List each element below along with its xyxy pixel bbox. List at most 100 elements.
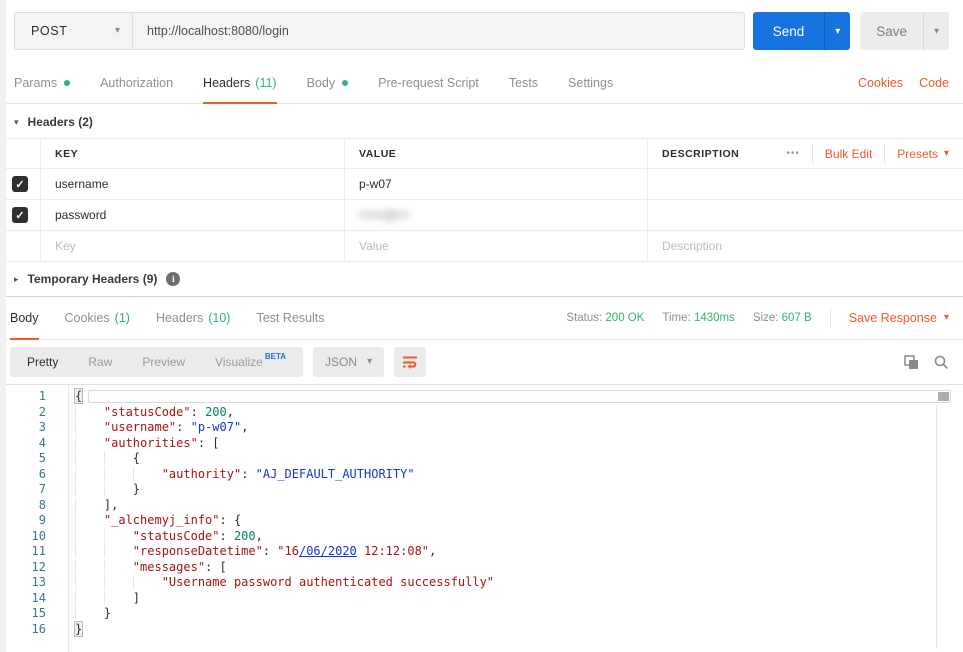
response-tab-body[interactable]: Body [10, 297, 39, 340]
headers-table-rows: ✓ username p-w07 ✓ password ••••••@••• Key Valu… [0, 169, 963, 262]
view-tab-preview[interactable]: Preview [127, 347, 200, 377]
code-text: "_alchemyj_info": { [46, 513, 241, 529]
url-input[interactable] [133, 13, 744, 49]
value-input-cell[interactable]: Value [345, 231, 648, 261]
line-number: 14 [31, 590, 46, 605]
header-placeholder-row: Key Value Description [0, 231, 963, 262]
save-options-button[interactable]: ▾ [923, 12, 949, 50]
headers-section-header[interactable]: ▾ Headers (2) [0, 106, 963, 138]
postman-request-view: POST ▾ Send ▾ Save ▾ Params Authorization… [0, 0, 963, 652]
copy-icon [904, 355, 918, 369]
more-options-icon[interactable]: ••• [786, 148, 800, 159]
divider [811, 143, 813, 164]
code-text: "authorities": [ [46, 435, 220, 452]
table-actions: ••• Bulk Edit Presets ▾ [786, 143, 949, 164]
code-line: 4 "authorities": [ [0, 435, 963, 452]
request-tab-params[interactable]: Params [14, 62, 71, 103]
header-key-cell[interactable]: username [41, 169, 345, 199]
chevron-down-icon: ▾ [835, 25, 841, 37]
code-line: 8 ], [0, 497, 963, 514]
presets-dropdown[interactable]: Presets ▾ [897, 147, 949, 161]
copy-button[interactable] [903, 354, 919, 370]
view-tab-label: Raw [88, 355, 113, 369]
line-number: 7 [38, 482, 46, 496]
chevron-down-icon: ▾ [943, 147, 949, 159]
code-text: } [46, 606, 111, 622]
code-line: 5 { [0, 451, 963, 467]
tab-label: Body [10, 311, 39, 325]
header-key-cell[interactable]: password [41, 200, 345, 230]
tab-count: (1) [114, 311, 130, 325]
search-icon [934, 355, 949, 370]
tab-label: Test Results [256, 311, 325, 325]
cookies-link[interactable]: Cookies [858, 76, 903, 90]
send-button[interactable]: Send [752, 12, 825, 50]
format-select[interactable]: JSON ▾ [313, 347, 385, 377]
info-icon[interactable]: i [166, 272, 181, 286]
checkbox[interactable]: ✓ [12, 176, 28, 192]
view-tab-visualize[interactable]: Visualize BETA [200, 347, 301, 377]
collapse-triangle-icon: ▾ [14, 116, 19, 127]
request-tab-pre-request-script[interactable]: Pre-request Script [378, 62, 479, 103]
tab-label: Tests [508, 75, 539, 90]
response-tab-headers[interactable]: Headers (10) [156, 297, 230, 339]
request-tab-settings[interactable]: Settings [568, 62, 613, 103]
tab-label: Cookies [64, 311, 110, 325]
response-tab-test-results[interactable]: Test Results [256, 297, 324, 339]
method-select[interactable]: POST ▾ [15, 13, 133, 49]
send-split-button: Send ▾ [752, 12, 851, 50]
response-body-editor[interactable]: 1{2 "statusCode": 200, 3 "username": "p-w… [0, 384, 963, 652]
line-number: 3 [38, 420, 46, 434]
code-line: 10 "statusCode": 200, [0, 528, 963, 545]
request-tabs: Params Authorization Headers (11) Body Pre-re… [14, 62, 613, 104]
description-input-cell[interactable]: Description [648, 231, 963, 261]
request-tab-tests[interactable]: Tests [509, 62, 538, 103]
response-bar: Body Cookies (1) Headers (10) Test Results St… [0, 296, 963, 340]
view-tab-label: Preview [142, 355, 186, 369]
wrap-text-button[interactable] [394, 347, 427, 377]
line-number: 8 [38, 497, 46, 512]
request-tab-body[interactable]: Body [307, 62, 349, 103]
response-status-group: Status: 200 OK Time: 1430ms Size: 607 B … [566, 308, 949, 328]
header-value-cell[interactable]: ••••••@••• [345, 200, 648, 230]
key-column-header: KEY [41, 139, 345, 168]
tab-label: Pre-request Script [378, 75, 479, 90]
search-button[interactable] [933, 354, 949, 370]
header-value-cell[interactable]: p-w07 [345, 169, 648, 199]
response-tabs: Body Cookies (1) Headers (10) Test Results [10, 297, 325, 340]
redacted-value: ••••••@••• [359, 208, 409, 222]
code-text: "username": "p-w07", [46, 420, 248, 436]
checkbox[interactable]: ✓ [12, 207, 28, 223]
chevron-down-icon: ▾ [933, 25, 940, 37]
code-line: 13 "Username password authenticated succ… [0, 575, 963, 591]
expand-triangle-icon: ▸ [14, 273, 19, 284]
view-tab-pretty[interactable]: Pretty [12, 347, 73, 377]
code-line: 12 "messages": [ [0, 559, 963, 576]
checkbox-cell: ✓ [0, 200, 41, 230]
temporary-headers-row[interactable]: ▸ Temporary Headers (9) i [0, 262, 963, 296]
header-description-cell[interactable] [648, 169, 963, 199]
code-line: 3 "username": "p-w07", [0, 420, 963, 436]
request-tab-authorization[interactable]: Authorization [100, 62, 173, 103]
send-options-button[interactable]: ▾ [824, 12, 851, 50]
line-number: 16 [31, 621, 46, 636]
headers-table: KEY VALUE DESCRIPTION ••• Bulk Edit Pres… [0, 138, 963, 262]
tab-label: Headers [203, 75, 251, 90]
request-tabs-bar: Params Authorization Headers (11) Body Pre-re… [0, 62, 963, 104]
save-button[interactable]: Save [860, 12, 923, 50]
key-input-cell[interactable]: Key [41, 231, 345, 261]
checkbox-cell: ✓ [0, 169, 41, 199]
horizontal-scrollbar[interactable] [88, 390, 951, 403]
scrollbar-thumb[interactable] [938, 392, 949, 401]
save-response-dropdown[interactable]: Save Response ▾ [849, 311, 949, 325]
header-description-cell[interactable] [648, 200, 963, 230]
view-tab-raw[interactable]: Raw [73, 347, 127, 377]
code-lines: 1{2 "statusCode": 200, 3 "username": "p-w… [0, 389, 963, 637]
response-view-toolbar: Pretty Raw Preview Visualize BETA JSON ▾ [0, 340, 963, 384]
bulk-edit-link[interactable]: Bulk Edit [825, 147, 872, 161]
value-placeholder: Value [359, 239, 389, 253]
code-link[interactable]: Code [919, 76, 949, 90]
request-tab-headers[interactable]: Headers (11) [203, 62, 277, 104]
response-tab-cookies[interactable]: Cookies (1) [65, 297, 130, 339]
divider [884, 143, 886, 164]
